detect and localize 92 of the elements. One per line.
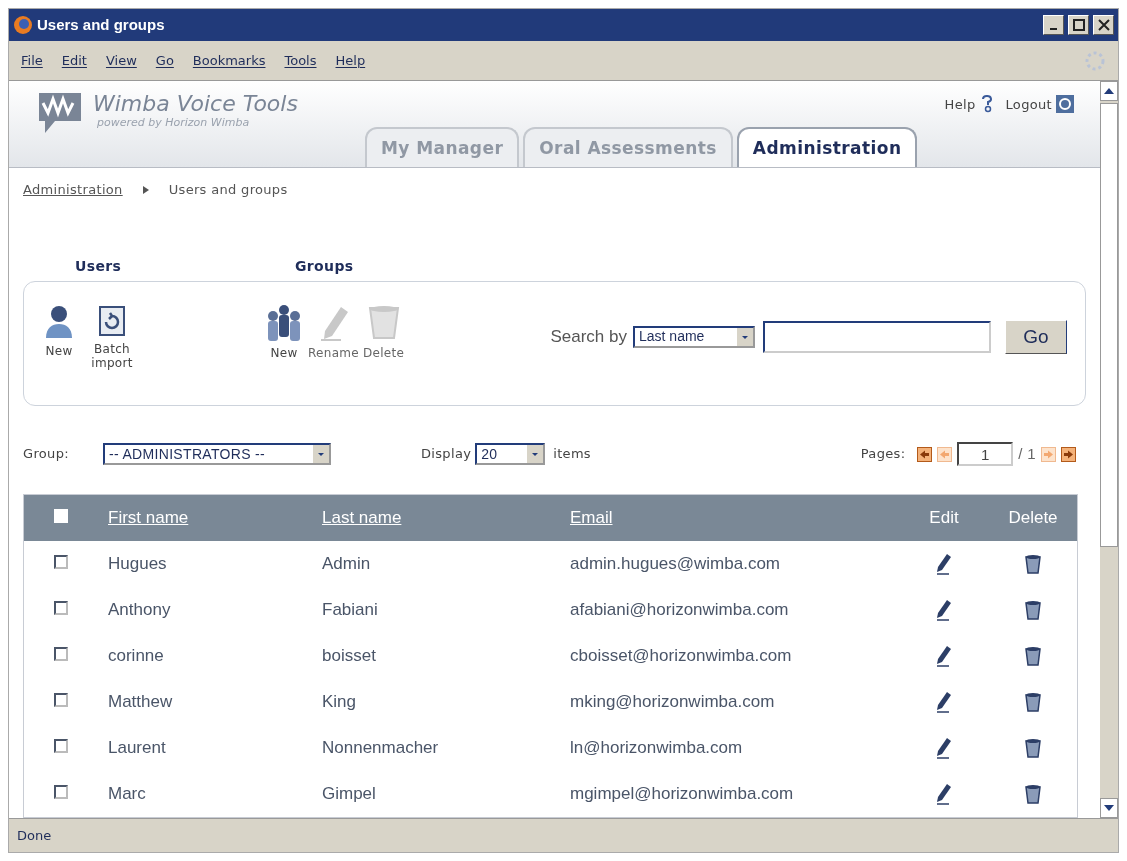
logout-link[interactable]: Logout: [1005, 95, 1052, 115]
trash-icon[interactable]: [1025, 692, 1041, 712]
menu-item[interactable]: File: [21, 50, 43, 71]
table-cell-text: boisset: [322, 645, 377, 668]
page-field[interactable]: 1: [957, 442, 1014, 466]
breadcrumb-current: Users and groups: [168, 181, 288, 200]
table-cell-text: Gimpel: [322, 783, 377, 806]
logo-title: Wimba Voice Tools: [93, 91, 298, 117]
trash-icon[interactable]: [1025, 784, 1041, 804]
search-label: Search by: [550, 326, 627, 349]
menu-item[interactable]: Edit: [61, 50, 87, 71]
menu-item[interactable]: Tools: [284, 50, 317, 71]
maximize-button[interactable]: [1068, 15, 1089, 35]
chevron-icon: [142, 186, 149, 195]
menu-item[interactable]: View: [105, 50, 137, 71]
table-cell-text: Fabiani: [322, 599, 379, 622]
group-dropdown[interactable]: -- ADMINISTRATORS --: [103, 443, 331, 465]
display-dropdown[interactable]: 20: [475, 443, 546, 465]
go-button[interactable]: Go: [1005, 319, 1067, 354]
maximize-icon: [1072, 19, 1085, 31]
pencil-icon[interactable]: [936, 599, 952, 621]
page-total: / 1: [1018, 443, 1036, 464]
search-field[interactable]: [763, 320, 991, 353]
status-text: Done: [17, 826, 52, 845]
checkbox[interactable]: [54, 785, 68, 800]
table-cell-text: Marc: [108, 783, 147, 806]
power-icon: [1056, 95, 1074, 113]
table-cell-text: ln@horizonwimba.com: [570, 737, 744, 760]
trash-icon[interactable]: [1025, 600, 1041, 620]
trash-icon[interactable]: [1025, 554, 1041, 574]
next-page-icon[interactable]: [1061, 446, 1076, 462]
display-label: Display: [421, 445, 472, 464]
help-link[interactable]: Help: [944, 95, 976, 115]
table-cell-text: Anthony: [108, 599, 172, 622]
table-cell-text: Admin: [322, 553, 372, 576]
minimize-icon: [1050, 28, 1057, 30]
table-cell-text: Laurent: [108, 737, 167, 760]
pages-label: Pages:: [860, 445, 906, 464]
checkbox[interactable]: [54, 739, 68, 754]
trash-icon[interactable]: [1025, 646, 1041, 666]
checkbox[interactable]: [54, 601, 68, 616]
tab[interactable]: Administration: [736, 127, 918, 168]
table-cell-text: King: [322, 691, 358, 714]
pencil-icon[interactable]: [936, 645, 952, 667]
table-cell-text: Matthew: [108, 691, 174, 714]
search-by-dropdown[interactable]: Last name: [633, 325, 755, 348]
column-header[interactable]: Email: [570, 505, 899, 531]
toolbar-button[interactable]: Batch import: [82, 303, 142, 370]
toolbar-button[interactable]: New: [264, 303, 304, 360]
table-cell-text: mking@horizonwimba.com: [570, 691, 776, 714]
pencil-icon[interactable]: [936, 783, 952, 805]
section-title: Users: [75, 256, 123, 276]
logo-subtitle: powered by Horizon Wimba: [96, 117, 251, 129]
help-icon: [979, 95, 994, 113]
scroll-down-icon[interactable]: [1104, 805, 1114, 811]
checkbox[interactable]: [54, 693, 68, 708]
scrollbar[interactable]: [1100, 81, 1118, 818]
scroll-up-icon[interactable]: [1104, 88, 1114, 94]
table-cell-text: afabiani@horizonwimba.com: [570, 599, 790, 622]
column-header[interactable]: First name: [108, 505, 322, 531]
menu-item[interactable]: Help: [335, 50, 366, 71]
table-cell-text: Nonnenmacher: [322, 737, 440, 760]
group-label: Group:: [23, 445, 70, 464]
checkbox[interactable]: [54, 647, 68, 662]
globe-icon: [13, 15, 33, 35]
trash-icon[interactable]: [1025, 738, 1041, 758]
pencil-icon[interactable]: [936, 553, 952, 575]
pencil-icon[interactable]: [936, 691, 952, 713]
previous-page-icon[interactable]: [917, 446, 933, 462]
section-title: Groups: [295, 256, 354, 276]
close-button[interactable]: [1093, 15, 1114, 35]
table-cell-text: corinne: [108, 645, 165, 668]
column-header: Edit: [928, 507, 960, 530]
minimize-button[interactable]: [1043, 15, 1064, 35]
table-cell-text: mgimpel@horizonwimba.com: [570, 783, 795, 806]
close-icon: [1097, 19, 1110, 31]
toolbar-button[interactable]: New: [44, 303, 74, 370]
table-cell-text: Hugues: [108, 553, 168, 576]
breadcrumb-link[interactable]: Administration: [23, 180, 123, 200]
person-icon: [44, 303, 74, 340]
menu-item[interactable]: Bookmarks: [192, 50, 266, 71]
column-header[interactable]: Last name: [322, 505, 570, 531]
window-title: Users and groups: [37, 14, 166, 35]
table-cell-text: admin.hugues@wimba.com: [570, 553, 782, 576]
throbber-icon: [1084, 49, 1106, 72]
items-label: items: [553, 445, 591, 464]
trash-icon: [366, 303, 401, 342]
pencil-icon[interactable]: [936, 737, 952, 759]
checkbox[interactable]: [54, 555, 68, 570]
menu-item[interactable]: Go: [155, 50, 174, 71]
column-header: Delete: [1007, 507, 1059, 530]
table-cell-text: cboisset@horizonwimba.com: [570, 645, 793, 668]
